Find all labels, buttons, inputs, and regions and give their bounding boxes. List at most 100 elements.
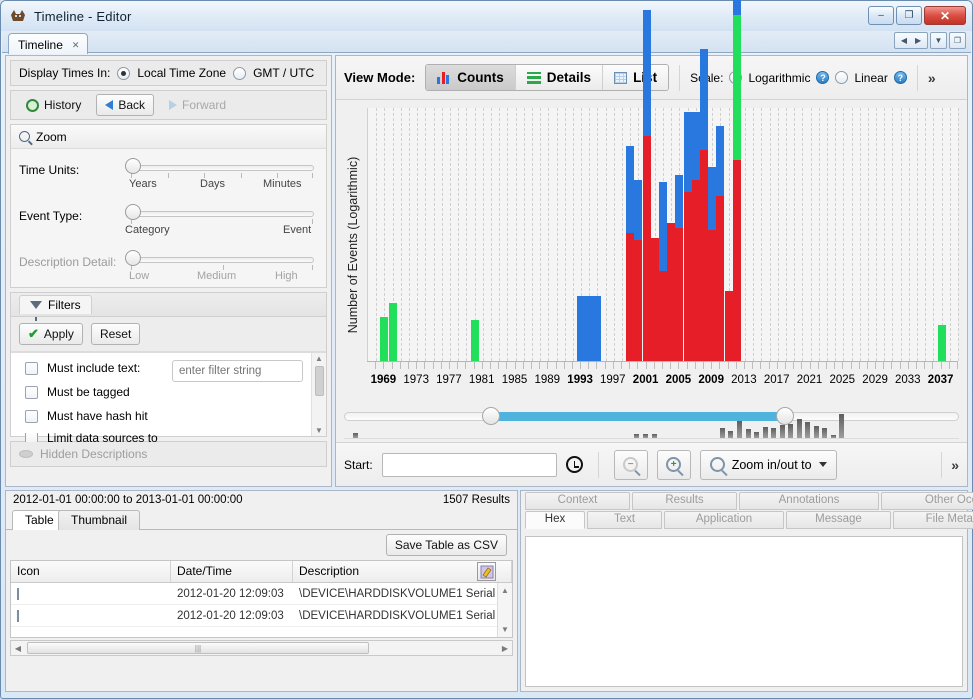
tab-timeline[interactable]: Timeline ✕: [8, 33, 88, 54]
chart-bar[interactable]: [725, 291, 733, 361]
chart-bar[interactable]: [692, 112, 700, 361]
filter-must-have-hash-hit[interactable]: Must have hash hit: [25, 409, 168, 423]
column-header-icon[interactable]: Icon: [11, 561, 171, 582]
hscroll-thumb[interactable]: |||: [27, 642, 369, 654]
chart-bar[interactable]: [634, 180, 642, 362]
scroll-thumb[interactable]: [315, 366, 324, 396]
help-icon-linear[interactable]: ?: [894, 71, 907, 84]
chart-bar[interactable]: [667, 223, 675, 361]
chart-bar[interactable]: [380, 317, 388, 361]
minimize-button[interactable]: –: [868, 6, 894, 25]
checkbox-must-be-tagged[interactable]: [25, 386, 38, 399]
radio-gmt-utc[interactable]: [233, 67, 246, 80]
tab-scroll-buttons[interactable]: ◀ ▶: [894, 32, 928, 49]
chart-bar[interactable]: [659, 182, 667, 361]
scroll-down-icon[interactable]: ▼: [315, 425, 323, 436]
tab-thumbnail[interactable]: Thumbnail: [58, 510, 140, 530]
chart-bar[interactable]: [593, 296, 601, 361]
slider-description-detail-knob[interactable]: [125, 250, 141, 266]
viewer-tab-other-occurrences[interactable]: Other Occurrences: [881, 492, 973, 510]
tab-prev-icon[interactable]: ◀: [901, 36, 907, 45]
radio-linear[interactable]: [835, 71, 848, 84]
filter-must-be-tagged[interactable]: Must be tagged: [25, 385, 168, 399]
reset-button[interactable]: Reset: [91, 323, 140, 345]
slider-time-units-track[interactable]: [131, 165, 314, 171]
chart-bar[interactable]: [471, 320, 479, 361]
save-table-as-csv-button[interactable]: Save Table as CSV: [386, 534, 507, 556]
table-row[interactable]: 2012-01-20 12:09:03 \DEVICE\HARDDISKVOLU…: [11, 583, 512, 605]
chart-bar[interactable]: [708, 167, 716, 361]
start-input[interactable]: [382, 453, 557, 477]
viewer-tab-hex[interactable]: Hex: [525, 511, 585, 529]
scroll-up-icon[interactable]: ▲: [315, 353, 323, 364]
toolbar-overflow-button[interactable]: »: [928, 70, 936, 86]
column-settings-icon[interactable]: [477, 562, 496, 581]
viewer-tab-file-metadata[interactable]: File Metadata: [893, 511, 973, 529]
timeline-scrubber[interactable]: [336, 400, 967, 440]
chart-bar[interactable]: [684, 112, 692, 361]
filter-must-include-text[interactable]: Must include text:: [25, 361, 168, 375]
filters-tab[interactable]: Filters: [19, 295, 92, 314]
history-button[interactable]: History: [17, 94, 90, 116]
mini-histogram-bar: [763, 427, 768, 438]
table-horizontal-scrollbar[interactable]: ◀ ||| ▶: [10, 640, 513, 656]
tab-restore-button[interactable]: ❐: [949, 32, 966, 49]
hscroll-right-icon[interactable]: ▶: [498, 644, 512, 653]
tab-next-icon[interactable]: ▶: [915, 36, 921, 45]
clock-icon[interactable]: [566, 456, 583, 473]
chart-y-axis-label: Number of Events (Logarithmic): [344, 100, 362, 390]
filter-text-input[interactable]: [172, 360, 303, 382]
viewer-tab-results[interactable]: Results: [632, 492, 737, 510]
tab-list-dropdown[interactable]: ▼: [930, 32, 947, 49]
viewer-tab-annotations[interactable]: Annotations: [739, 492, 879, 510]
apply-button[interactable]: ✔ Apply: [19, 323, 83, 345]
viewer-tab-context[interactable]: Context: [525, 492, 630, 510]
zoom-in-button[interactable]: +: [657, 450, 691, 480]
filter-list-scrollbar[interactable]: ▲ ▼: [311, 353, 326, 436]
hidden-descriptions-section[interactable]: Hidden Descriptions: [10, 441, 327, 467]
chart-bar[interactable]: [585, 296, 593, 361]
checkbox-must-include-text[interactable]: [25, 362, 38, 375]
checkbox-limit-data-sources[interactable]: [25, 433, 38, 442]
forward-button[interactable]: Forward: [160, 94, 235, 116]
back-button[interactable]: Back: [96, 94, 154, 116]
slider-time-units-knob[interactable]: [125, 158, 141, 174]
chart-bar[interactable]: [577, 296, 585, 361]
chart-bar[interactable]: [626, 146, 634, 361]
toolrow-overflow-button[interactable]: »: [951, 457, 959, 473]
chart-bar[interactable]: [643, 10, 651, 361]
table-scroll-up-icon[interactable]: ▲: [501, 585, 509, 596]
slider-description-detail-track[interactable]: [131, 257, 314, 263]
chart-bar[interactable]: [700, 49, 708, 361]
table-scroll-down-icon[interactable]: ▼: [501, 624, 509, 635]
viewer-tab-text[interactable]: Text: [587, 511, 662, 529]
slider-event-type-knob[interactable]: [125, 204, 141, 220]
zoom-out-button[interactable]: −: [614, 450, 648, 480]
table-vertical-scrollbar[interactable]: ▲ ▼: [497, 583, 512, 637]
hscroll-left-icon[interactable]: ◀: [11, 644, 25, 653]
checkbox-must-have-hash-hit[interactable]: [25, 410, 38, 423]
chart-bar[interactable]: [716, 126, 724, 361]
chart-bar[interactable]: [938, 325, 946, 361]
table-row[interactable]: 2012-01-20 12:09:03 \DEVICE\HARDDISKVOLU…: [11, 605, 512, 627]
chart-bar[interactable]: [675, 175, 683, 361]
view-mode-details[interactable]: Details: [516, 65, 603, 90]
view-mode-counts[interactable]: Counts: [426, 65, 516, 90]
radio-local-time-zone[interactable]: [117, 67, 130, 80]
chart-bar-segment-red: [708, 230, 716, 361]
help-icon-logarithmic[interactable]: ?: [816, 71, 829, 84]
chart-bar[interactable]: [733, 0, 741, 361]
maximize-button[interactable]: ❐: [896, 6, 922, 25]
chart-plot-area[interactable]: [367, 108, 958, 361]
filter-limit-data-sources[interactable]: Limit data sources to: [25, 433, 168, 442]
viewer-tab-application[interactable]: Application: [664, 511, 784, 529]
zoom-in-out-to-dropdown[interactable]: Zoom in/out to: [700, 450, 837, 480]
chart-bar[interactable]: [389, 303, 397, 361]
close-button[interactable]: ✕: [924, 6, 966, 25]
chart-bar[interactable]: [651, 238, 659, 361]
tab-close-icon[interactable]: ✕: [72, 40, 80, 51]
viewer-tab-message[interactable]: Message: [786, 511, 891, 529]
view-mode-list[interactable]: List: [603, 65, 668, 90]
column-header-datetime[interactable]: Date/Time: [171, 561, 293, 582]
slider-event-type-track[interactable]: [131, 211, 314, 217]
